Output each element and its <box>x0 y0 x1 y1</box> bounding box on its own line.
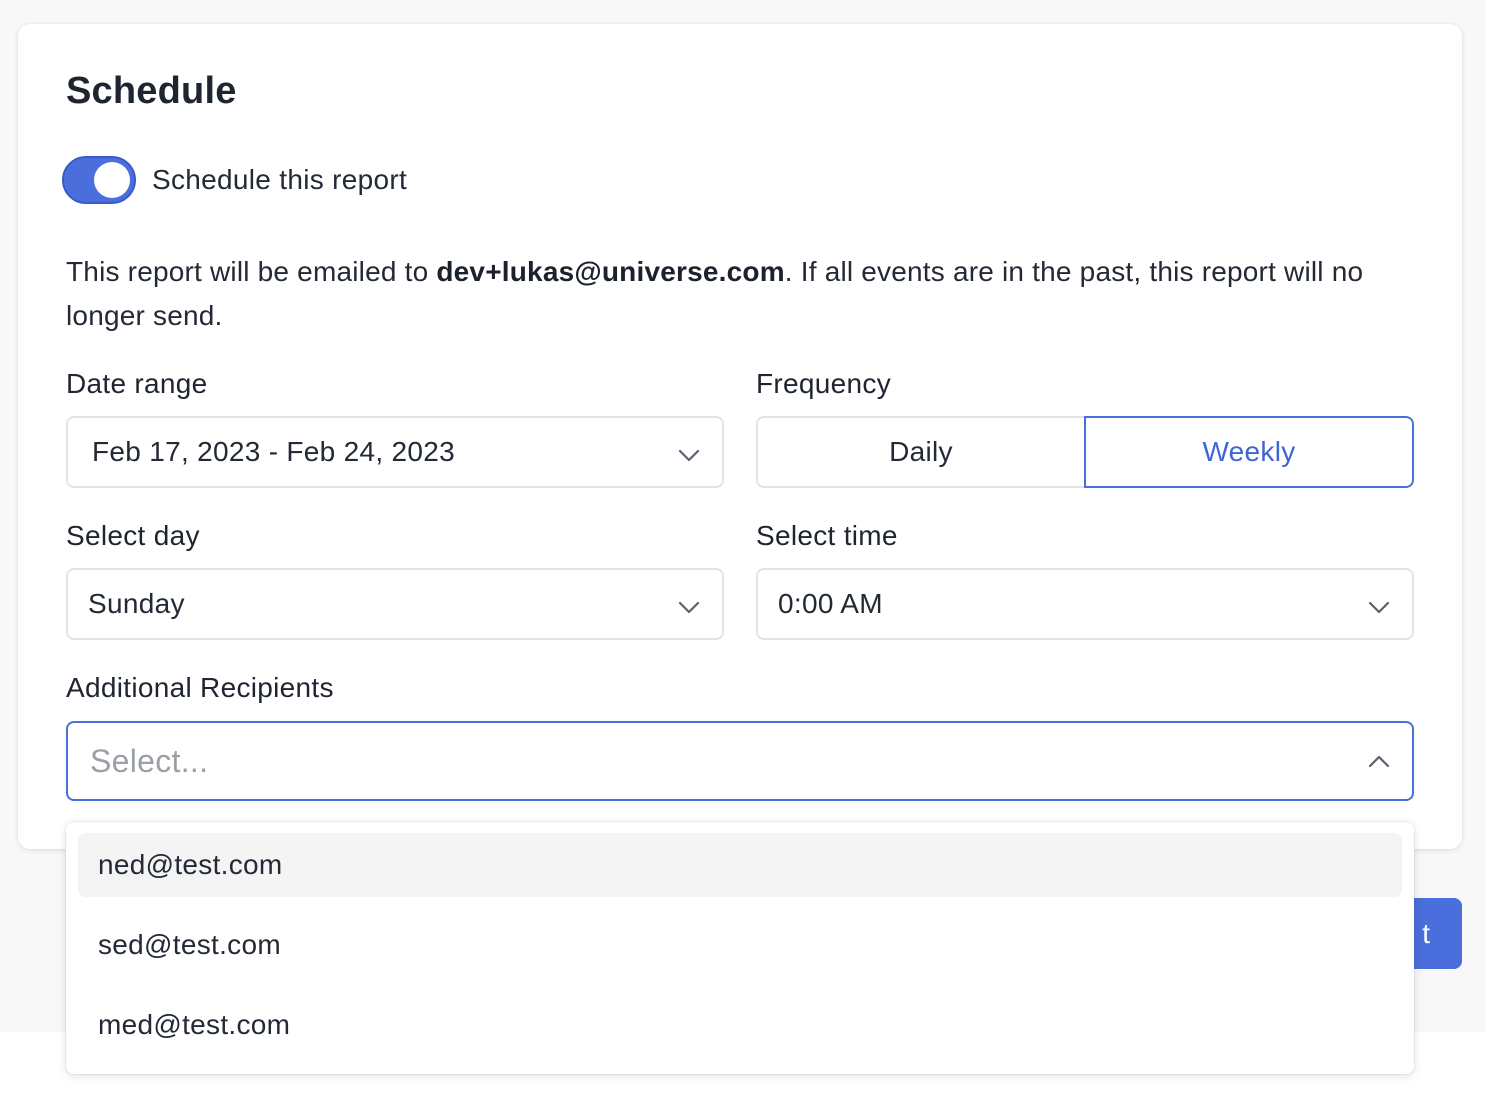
date-range-label: Date range <box>66 368 208 399</box>
date-range-value: Feb 17, 2023 - Feb 24, 2023 <box>92 436 456 467</box>
frequency-segmented-control: Daily Weekly <box>756 416 1414 488</box>
date-range-select[interactable]: Feb 17, 2023 - Feb 24, 2023 <box>66 416 724 488</box>
chevron-down-icon <box>1368 601 1390 614</box>
frequency-daily-button[interactable]: Daily <box>756 416 1084 488</box>
schedule-card: Schedule Schedule this report This repor… <box>18 24 1462 849</box>
schedule-toggle-row: Schedule this report <box>62 156 407 204</box>
frequency-weekly-button[interactable]: Weekly <box>1084 416 1414 488</box>
select-day-label: Select day <box>66 520 200 551</box>
chevron-down-icon <box>678 601 700 614</box>
select-day-value: Sunday <box>88 588 185 619</box>
select-day-dropdown[interactable]: Sunday <box>66 568 724 640</box>
schedule-info-text: This report will be emailed to dev+lukas… <box>66 250 1406 338</box>
chevron-up-icon <box>1368 755 1390 768</box>
schedule-toggle[interactable] <box>62 156 136 204</box>
toggle-knob <box>94 162 130 198</box>
info-prefix: This report will be emailed to <box>66 256 437 287</box>
frequency-label: Frequency <box>756 368 891 399</box>
schedule-toggle-label: Schedule this report <box>152 164 408 195</box>
recipients-placeholder: Select... <box>90 742 209 779</box>
recipients-dropdown-menu: ned@test.com sed@test.com med@test.com <box>66 822 1414 1074</box>
chevron-down-icon <box>678 449 700 462</box>
select-time-dropdown[interactable]: 0:00 AM <box>756 568 1414 640</box>
recipient-option[interactable]: med@test.com <box>78 993 1402 1057</box>
select-time-value: 0:00 AM <box>778 588 883 619</box>
select-time-label: Select time <box>756 520 898 551</box>
additional-recipients-label: Additional Recipients <box>66 672 334 703</box>
background-action-button-label: t <box>1422 917 1430 949</box>
additional-recipients-select[interactable]: Select... <box>66 721 1414 801</box>
recipient-option[interactable]: sed@test.com <box>78 913 1402 977</box>
recipient-option[interactable]: ned@test.com <box>78 833 1402 897</box>
page-title: Schedule <box>66 70 237 112</box>
info-email: dev+lukas@universe.com <box>436 256 785 287</box>
